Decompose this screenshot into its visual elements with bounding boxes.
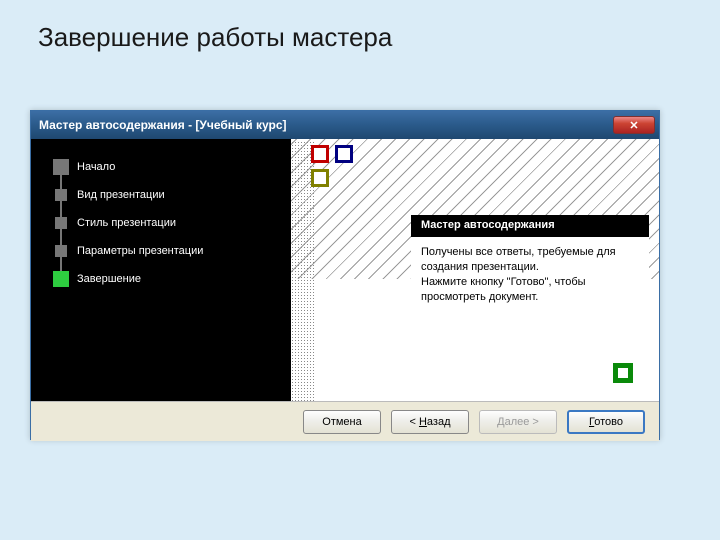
step-label: Завершение: [77, 273, 141, 285]
window-title: Мастер автосодержания - [Учебный курс]: [39, 118, 287, 132]
step-label: Параметры презентации: [77, 245, 203, 257]
step-marker-icon: [55, 189, 67, 201]
deco-squares: [311, 145, 355, 189]
back-button[interactable]: < Назад: [391, 410, 469, 434]
step-marker-icon: [53, 271, 69, 287]
next-underline: Д: [497, 416, 504, 428]
step-finish[interactable]: Завершение: [55, 265, 281, 293]
cancel-button[interactable]: Отмена: [303, 410, 381, 434]
back-rest: азад: [427, 416, 451, 428]
back-underline: Н: [419, 416, 427, 428]
step-start[interactable]: Начало: [55, 153, 281, 181]
content-pane: Мастер автосодержания Получены все ответ…: [291, 139, 659, 401]
finish-button[interactable]: Готово: [567, 410, 645, 434]
wizard-body: Начало Вид презентации Стиль презентации…: [31, 139, 659, 401]
titlebar: Мастер автосодержания - [Учебный курс] ✕: [31, 111, 659, 139]
step-marker-icon: [55, 245, 67, 257]
deco-square-olive-icon: [311, 169, 329, 187]
deco-square-blue-icon: [335, 145, 353, 163]
summary-body: Получены все ответы, требуемые для созда…: [411, 237, 649, 312]
steps-sidebar: Начало Вид презентации Стиль презентации…: [31, 139, 291, 401]
wizard-window: Мастер автосодержания - [Учебный курс] ✕…: [30, 110, 660, 440]
summary-header: Мастер автосодержания: [411, 215, 649, 237]
deco-square-red-icon: [311, 145, 329, 163]
step-presentation-style[interactable]: Стиль презентации: [55, 209, 281, 237]
step-label: Вид презентации: [77, 189, 165, 201]
step-label: Начало: [77, 161, 115, 173]
slide-title: Завершение работы мастера: [0, 0, 720, 53]
step-marker-icon: [53, 159, 69, 175]
step-marker-icon: [55, 217, 67, 229]
next-rest: алее >: [505, 416, 539, 428]
next-button: Далее >: [479, 410, 557, 434]
finish-rest: отово: [594, 416, 623, 428]
close-icon: ✕: [629, 119, 638, 132]
summary-line-2: Нажмите кнопку "Готово", чтобы просмотре…: [421, 275, 639, 305]
step-presentation-type[interactable]: Вид презентации: [55, 181, 281, 209]
close-button[interactable]: ✕: [613, 116, 655, 134]
deco-square-green-icon: [613, 363, 633, 383]
step-presentation-params[interactable]: Параметры презентации: [55, 237, 281, 265]
step-label: Стиль презентации: [77, 217, 176, 229]
summary-line-1: Получены все ответы, требуемые для созда…: [421, 245, 639, 275]
wizard-footer: Отмена < Назад Далее > Готово: [31, 401, 659, 441]
back-prefix: <: [409, 416, 418, 428]
